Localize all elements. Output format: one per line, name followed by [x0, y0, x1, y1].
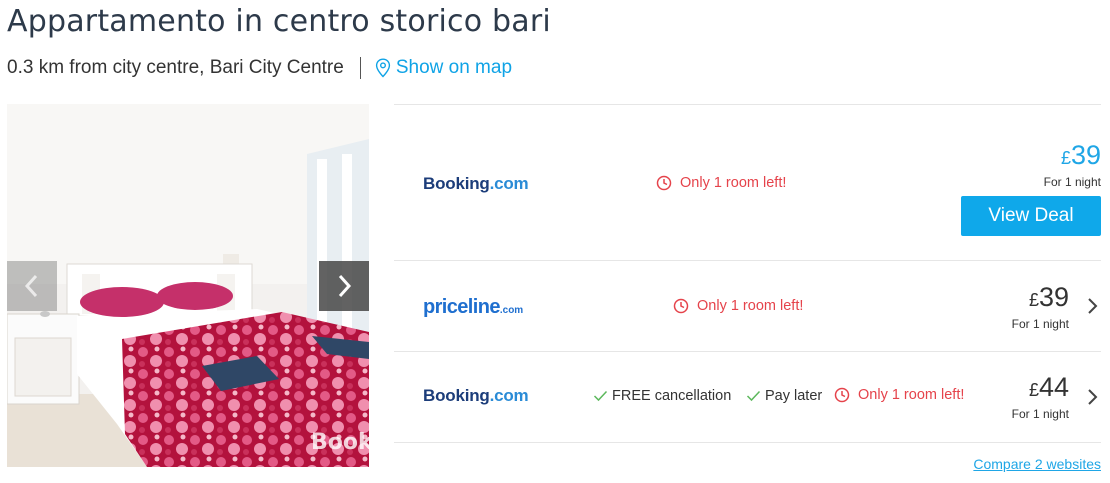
deal-row[interactable]: Booking.com Only 1 room left! £39 For 1 … [394, 104, 1101, 260]
chevron-right-icon [338, 274, 352, 298]
urgency-notice: Only 1 room left! [656, 175, 786, 191]
gallery-prev-button[interactable] [7, 261, 57, 311]
deals-list: Booking.com Only 1 room left! £39 For 1 … [394, 104, 1101, 443]
gallery-next-button[interactable] [319, 261, 369, 311]
clock-icon [834, 387, 850, 403]
perk-free-cancellation: FREE cancellation [593, 388, 731, 404]
distance-text: 0.3 km from city centre, Bari City Centr… [7, 57, 344, 78]
location-line: 0.3 km from city centre, Bari City Centr… [7, 56, 512, 80]
deal-row[interactable]: priceline.com Only 1 room left! £39 For … [394, 260, 1101, 351]
clock-icon [673, 298, 689, 314]
compare-websites-link[interactable]: Compare 2 websites [973, 456, 1101, 472]
perk-pay-later: Pay later [746, 388, 822, 404]
clock-icon [656, 175, 672, 191]
provider-logo: Booking.com [423, 174, 529, 193]
show-on-map-link[interactable]: Show on map [375, 57, 512, 79]
deal-row[interactable]: Booking.com FREE cancellation Pay later … [394, 351, 1101, 443]
urgency-notice: Only 1 room left! [673, 298, 803, 314]
hotel-title: Appartamento in centro storico bari [7, 4, 551, 39]
room-photo [7, 104, 369, 467]
check-icon [746, 390, 761, 402]
per-night-label: For 1 night [1011, 407, 1069, 421]
divider [359, 57, 361, 79]
provider-logo: Booking.com [423, 386, 529, 405]
chevron-left-icon [24, 274, 38, 298]
photo-watermark: Booki [311, 430, 369, 455]
check-icon [593, 390, 608, 402]
per-night-label: For 1 night [1043, 175, 1101, 189]
map-pin-icon [375, 58, 390, 78]
per-night-label: For 1 night [1011, 317, 1069, 331]
provider-logo: priceline.com [423, 296, 524, 318]
chevron-right-icon[interactable] [1086, 388, 1098, 406]
deal-price: £39 [1028, 282, 1069, 312]
photo-gallery[interactable]: Booki [7, 104, 369, 467]
show-on-map-label: Show on map [395, 57, 513, 78]
deal-price: £44 [1028, 372, 1069, 402]
chevron-right-icon[interactable] [1086, 297, 1098, 315]
view-deal-button[interactable]: View Deal [961, 196, 1101, 236]
deal-price: £39 [1060, 140, 1101, 170]
urgency-notice: Only 1 room left! [834, 387, 964, 403]
